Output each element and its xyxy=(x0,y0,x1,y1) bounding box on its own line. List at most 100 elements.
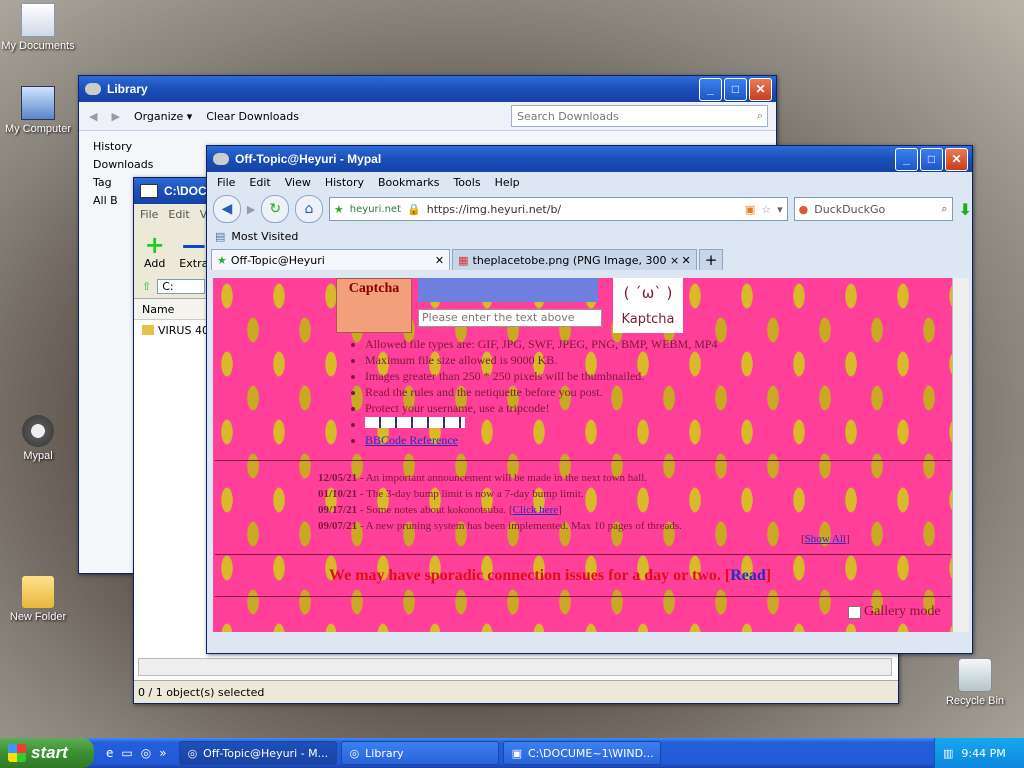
windows-flag-icon xyxy=(8,744,26,762)
minimize-button[interactable]: _ xyxy=(895,147,918,171)
menu-help[interactable]: Help xyxy=(495,176,520,189)
ie-icon[interactable]: e xyxy=(106,746,113,760)
click-here-link[interactable]: Click here xyxy=(513,504,559,516)
maximize-button[interactable]: □ xyxy=(724,77,747,101)
news-item: 09/07/21 - A new pruning system has been… xyxy=(318,520,682,532)
duckduckgo-icon: ● xyxy=(798,202,809,216)
quick-launch-expand-icon[interactable]: » xyxy=(159,746,166,760)
close-tab-icon[interactable]: ✕ xyxy=(682,254,691,267)
minimize-button[interactable]: _ xyxy=(699,77,722,101)
library-titlebar[interactable]: Library _ □ ✕ xyxy=(79,76,776,102)
captcha-label: Captcha xyxy=(336,278,412,333)
site-identity[interactable]: heyuri.net xyxy=(350,204,401,215)
bookmark-most-visited[interactable]: Most Visited xyxy=(231,230,298,243)
menu-bookmarks[interactable]: Bookmarks xyxy=(378,176,439,189)
image-favicon-icon: ▦ xyxy=(458,253,469,267)
divider xyxy=(215,554,951,555)
system-tray: ▥ 9:44 PM xyxy=(934,738,1024,768)
desktop-icon-new-folder[interactable]: New Folder xyxy=(0,576,78,623)
tab-image[interactable]: ▦ theplacetobe.png (PNG Image, 300 × 100… xyxy=(452,249,697,270)
desktop-icon-my-computer[interactable]: My Computer xyxy=(0,86,78,135)
news-item: 09/17/21 - Some notes about kokonotsuba.… xyxy=(318,504,562,516)
reload-button[interactable]: ↻ xyxy=(261,195,290,223)
back-arrow-icon[interactable]: ◀ xyxy=(89,110,97,123)
task-browser[interactable]: ◎ Off-Topic@Heyuri - M... xyxy=(178,741,337,765)
recycle-bin-icon xyxy=(958,658,992,692)
gallery-mode-toggle[interactable]: Gallery mode xyxy=(848,604,941,620)
read-link[interactable]: Read xyxy=(730,567,766,584)
address-field[interactable]: C: xyxy=(157,278,205,294)
menu-file[interactable]: File xyxy=(217,176,235,189)
forward-arrow-icon[interactable]: ▶ xyxy=(111,110,119,123)
desktop-icon-label: My Documents xyxy=(1,40,75,52)
mypal-raccoon-icon: ◎ xyxy=(187,746,198,760)
maximize-button[interactable]: □ xyxy=(920,147,943,171)
clear-downloads-button[interactable]: Clear Downloads xyxy=(206,110,299,123)
minus-icon: — xyxy=(181,231,206,259)
rule-item: Images greater than 250 * 250 pixels wil… xyxy=(365,368,718,384)
flag-icons[interactable] xyxy=(365,417,465,428)
horizontal-scrollbar[interactable] xyxy=(138,658,892,676)
task-library[interactable]: ◎ Library xyxy=(340,741,499,765)
menu-tools[interactable]: Tools xyxy=(453,176,480,189)
search-icon: ⌕ xyxy=(756,109,763,122)
kaptcha-widget[interactable]: ( ´ω` ) Kaptcha xyxy=(613,278,683,333)
gallery-mode-checkbox[interactable] xyxy=(848,605,861,619)
dropdown-arrow-icon[interactable]: ▾ xyxy=(777,203,783,216)
up-folder-icon[interactable]: ⇧ xyxy=(142,280,151,293)
close-tab-icon[interactable]: ✕ xyxy=(435,254,444,267)
download-arrow-icon[interactable]: ⬇ xyxy=(959,200,972,219)
my-documents-icon xyxy=(21,3,55,37)
my-computer-icon xyxy=(21,86,55,120)
desktop-icon-recycle-bin[interactable]: Recycle Bin xyxy=(935,658,1015,707)
rule-item: Read the rules and the netiquette before… xyxy=(365,384,718,400)
folder-icon xyxy=(22,576,54,608)
desktop-icon-label: Recycle Bin xyxy=(945,695,1005,707)
home-button[interactable]: ⌂ xyxy=(295,195,323,223)
task-explorer[interactable]: ▣ C:\DOCUME~1\WIND... xyxy=(502,741,661,765)
clock[interactable]: 9:44 PM xyxy=(961,747,1005,760)
search-downloads-input[interactable]: Search Downloads ⌕ xyxy=(511,105,768,127)
browser-titlebar[interactable]: Off-Topic@Heyuri - Mypal _ □ ✕ xyxy=(207,146,972,172)
posting-rules: Allowed file types are: GIF, JPG, SWF, J… xyxy=(341,336,718,448)
menu-edit[interactable]: Edit xyxy=(249,176,270,189)
home-icon: ⌂ xyxy=(304,201,314,217)
tree-item-history[interactable]: History xyxy=(83,138,153,156)
forward-button[interactable]: ▶ xyxy=(247,203,255,216)
tab-off-topic[interactable]: ★ Off-Topic@Heyuri ✕ xyxy=(211,249,451,270)
captcha-input[interactable]: Please enter the text above xyxy=(418,309,602,327)
show-all-link[interactable]: [Show All] xyxy=(801,533,850,545)
quick-launch: e ▭ ◎ » xyxy=(94,746,179,760)
url-text[interactable]: https://img.heyuri.net/b/ xyxy=(427,203,561,216)
lock-icon: 🔒 xyxy=(407,202,421,216)
add-button[interactable]: + Add xyxy=(144,233,165,270)
network-icon[interactable]: ▥ xyxy=(943,747,953,760)
browser-window[interactable]: Off-Topic@Heyuri - Mypal _ □ ✕ File Edit… xyxy=(206,145,973,654)
tree-item-downloads[interactable]: Downloads xyxy=(83,156,153,174)
organize-button[interactable]: Organize ▾ xyxy=(134,110,192,123)
back-button[interactable]: ◀ xyxy=(213,195,241,223)
desktop-icon-mypal[interactable]: Mypal xyxy=(0,415,78,462)
bookmark-star-icon[interactable]: ☆ xyxy=(761,203,771,216)
desktop-icon-label: New Folder xyxy=(9,611,67,623)
close-button[interactable]: ✕ xyxy=(749,77,772,101)
mypal-raccoon-icon[interactable]: ◎ xyxy=(141,746,151,760)
menu-edit[interactable]: Edit xyxy=(168,208,189,221)
back-arrow-icon: ◀ xyxy=(221,201,233,217)
new-tab-button[interactable]: + xyxy=(698,249,724,270)
extract-button[interactable]: — Extra xyxy=(179,233,208,270)
show-desktop-icon[interactable]: ▭ xyxy=(121,746,132,760)
close-button[interactable]: ✕ xyxy=(945,147,968,171)
menu-file[interactable]: File xyxy=(140,208,158,221)
menu-history[interactable]: History xyxy=(325,176,364,189)
url-bar[interactable]: ★ heyuri.net 🔒 https://img.heyuri.net/b/… xyxy=(328,197,788,221)
mypal-raccoon-icon xyxy=(22,415,54,447)
menu-view[interactable]: View xyxy=(285,176,311,189)
search-bar[interactable]: ● DuckDuckGo ⌕ xyxy=(793,197,953,221)
page-content[interactable]: Captcha Please enter the text above ( ´ω… xyxy=(213,278,953,632)
vertical-scrollbar[interactable] xyxy=(952,278,969,632)
start-button[interactable]: start xyxy=(0,738,94,768)
desktop-icon-my-documents[interactable]: My Documents xyxy=(0,3,78,52)
rss-icon[interactable]: ▣ xyxy=(745,203,755,216)
bbcode-link[interactable]: BBCode Reference xyxy=(365,432,718,448)
